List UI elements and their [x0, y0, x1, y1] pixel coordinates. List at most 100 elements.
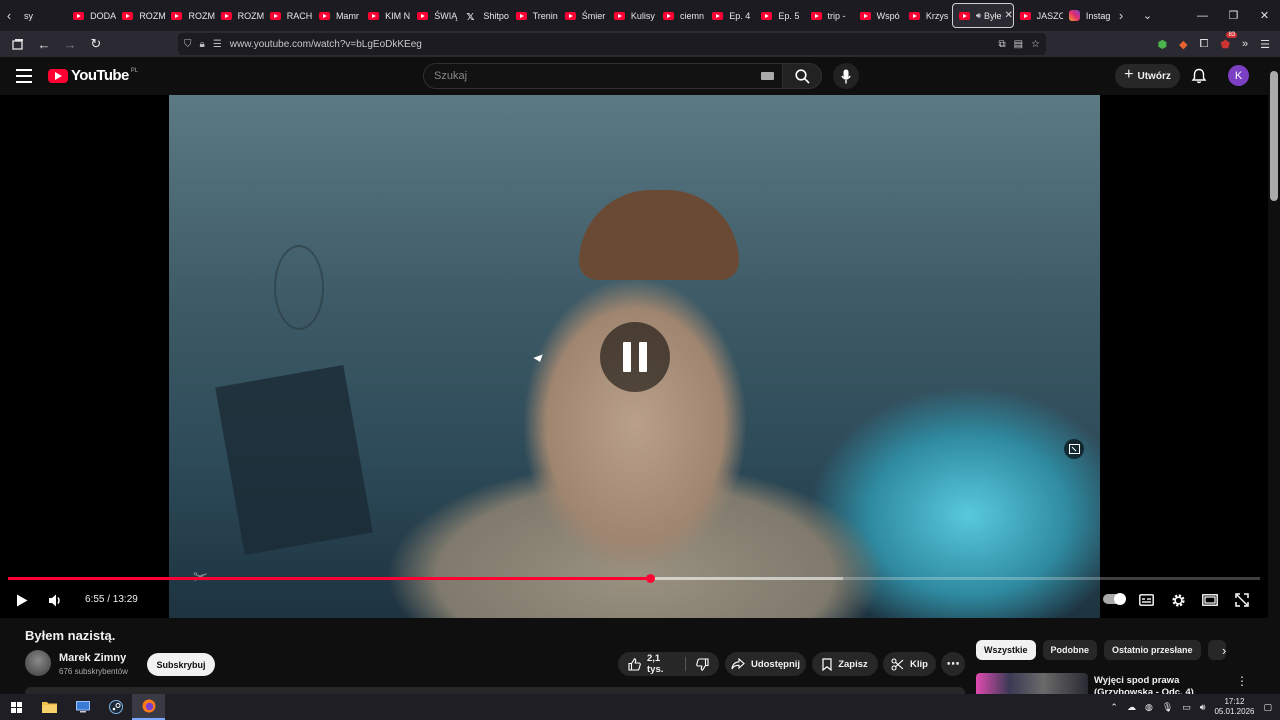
shield-icon[interactable]: ⛉	[184, 39, 192, 50]
browser-tab[interactable]: RACH	[264, 3, 313, 28]
mute-button[interactable]	[46, 591, 64, 609]
fox-extension-icon[interactable]: ◆	[1179, 38, 1187, 51]
speaker-icon[interactable]: 🔊︎	[1200, 702, 1206, 713]
browser-tab[interactable]: 𝕏 Shitpo	[460, 3, 509, 28]
browser-tab[interactable]: Śmier	[559, 3, 608, 28]
subtitles-button[interactable]	[1138, 591, 1154, 609]
maximize-button[interactable]: ❐	[1218, 0, 1249, 31]
notifications-icon[interactable]: ▢	[1263, 702, 1272, 713]
video-player[interactable]: ✂ 6:55 / 13:29	[0, 95, 1268, 618]
browser-tab[interactable]: ciemn	[657, 3, 706, 28]
overflow-chevron-icon[interactable]: »	[1242, 38, 1248, 50]
back-button[interactable]: ←	[32, 32, 56, 56]
address-bar[interactable]: ⛉ 🔒︎ ☰ www.youtube.com/watch?v=bLgEoDkKE…	[178, 33, 1046, 55]
ublock-extension-icon[interactable]: ⬟ 83	[1220, 31, 1238, 51]
clip-button[interactable]: Klip	[883, 652, 936, 676]
keyboard-icon[interactable]	[761, 72, 774, 80]
save-button[interactable]: Zapisz	[812, 652, 878, 676]
browser-tab[interactable]: Trenin	[510, 3, 559, 28]
account-avatar[interactable]: K	[1228, 65, 1249, 86]
browser-tab[interactable]: DODA	[67, 3, 116, 28]
create-button[interactable]: + Utwórz	[1115, 64, 1180, 88]
tabs-scroll-left-button[interactable]: ‹	[0, 0, 18, 31]
channel-avatar[interactable]	[25, 650, 51, 676]
chip-all[interactable]: Wszystkie	[976, 640, 1036, 660]
sidebar-toggle-icon[interactable]	[6, 32, 30, 56]
browser-tab[interactable]: Wspó	[854, 3, 903, 28]
browser-tab[interactable]: sy	[18, 3, 67, 28]
like-button[interactable]: 2,1 tys.	[618, 652, 685, 676]
play-button[interactable]	[14, 591, 30, 609]
voice-search-button[interactable]	[833, 63, 859, 89]
recommendation-thumbnail[interactable]	[976, 673, 1088, 694]
menu-hamburger-icon[interactable]: ☰	[1260, 38, 1270, 51]
browser-tab-active[interactable]: 🔊︎ Byłe ✕	[951, 3, 1014, 28]
tab-audio-icon[interactable]: 🔊︎	[976, 11, 981, 21]
guide-menu-icon[interactable]	[16, 69, 32, 83]
extensions-puzzle-icon[interactable]: ⧠	[1200, 38, 1209, 51]
subscribe-button[interactable]: Subskrybuj	[147, 653, 215, 676]
browser-tab[interactable]: ŚWIĄ	[411, 3, 460, 28]
progress-bar[interactable]	[8, 574, 1260, 583]
tray-app-icon[interactable]: ☁	[1127, 702, 1136, 713]
bookmark-star-icon[interactable]: ☆	[1031, 39, 1040, 50]
microphone-tray-icon[interactable]: 🎙︎	[1162, 702, 1173, 713]
browser-tab[interactable]: Ep. 5	[755, 3, 804, 28]
reader-view-icon[interactable]: ▤	[1014, 39, 1023, 50]
taskbar-clock[interactable]: 17:12 05.01.2026	[1214, 697, 1254, 717]
browser-tab[interactable]: Instag	[1063, 3, 1112, 28]
dislike-button[interactable]	[686, 652, 719, 676]
chips-next-chevron-icon[interactable]: ›	[1222, 643, 1226, 658]
page-scrollbar[interactable]	[1268, 57, 1280, 694]
tray-overflow-chevron-icon[interactable]: ⌃	[1110, 702, 1118, 713]
theater-mode-button[interactable]	[1202, 591, 1218, 609]
browser-tab[interactable]: Krzys	[903, 3, 952, 28]
recommendation-more-icon[interactable]: ⋮	[1236, 674, 1248, 688]
close-window-button[interactable]: ✕	[1249, 0, 1280, 31]
browser-tab[interactable]: JASZC	[1014, 3, 1063, 28]
chip-recently-uploaded[interactable]: Ostatnio przesłane	[1104, 640, 1201, 660]
tab-close-icon[interactable]: ✕	[1005, 10, 1013, 21]
autoplay-toggle[interactable]	[1103, 593, 1126, 605]
steam-icon[interactable]	[99, 694, 132, 720]
file-explorer-icon[interactable]	[33, 694, 66, 720]
pause-overlay-icon[interactable]	[600, 322, 670, 392]
recommendation-title[interactable]: Wyjęci spod prawa (Grzybowska - Odc. 4)	[1094, 675, 1234, 694]
pip-toggle-icon[interactable]: ⧉	[998, 39, 1005, 50]
more-actions-icon[interactable]: ⋯	[941, 652, 965, 676]
lock-icon[interactable]: 🔒︎	[200, 39, 205, 50]
settings-button[interactable]	[1170, 591, 1186, 609]
firefox-taskbar-icon[interactable]	[132, 694, 165, 720]
tabs-scroll-right-button[interactable]: ›	[1112, 0, 1130, 31]
network-icon[interactable]: ◍	[1145, 702, 1153, 713]
display-icon[interactable]: ▭	[1182, 702, 1191, 713]
forward-button[interactable]: →	[58, 32, 82, 56]
youtube-logo[interactable]: YouTube PL	[48, 67, 138, 84]
fullscreen-button[interactable]	[1234, 591, 1250, 609]
shield-extension-icon[interactable]: ⬢	[1158, 38, 1168, 51]
minimize-button[interactable]: —	[1187, 0, 1218, 31]
browser-tab[interactable]: ROZM	[165, 3, 215, 28]
computer-app-icon[interactable]	[66, 694, 99, 720]
permissions-icon[interactable]: ☰	[213, 39, 222, 50]
browser-tab[interactable]: ROZM	[215, 3, 264, 28]
browser-tab[interactable]: Mamr	[313, 3, 362, 28]
browser-tab[interactable]: Ep. 4	[706, 3, 755, 28]
description-box[interactable]	[25, 687, 965, 694]
share-button[interactable]: Udostępnij	[725, 652, 806, 676]
reload-button[interactable]: ↻	[84, 32, 108, 56]
search-button[interactable]	[782, 63, 822, 89]
url-text[interactable]: www.youtube.com/watch?v=bLgEoDkKEeg	[230, 39, 422, 50]
tab-list-chevron-icon[interactable]: ⌄	[1132, 0, 1163, 31]
browser-tab[interactable]: KIM N	[362, 3, 411, 28]
browser-tab[interactable]: ROZM	[116, 3, 165, 28]
search-input[interactable]: Szukaj	[423, 63, 782, 89]
browser-tab[interactable]: Kulisy	[608, 3, 657, 28]
scrollbar-thumb[interactable]	[1270, 71, 1278, 201]
browser-tab[interactable]: trip -	[805, 3, 854, 28]
notifications-bell-icon[interactable]	[1191, 68, 1207, 84]
chip-related[interactable]: Podobne	[1042, 640, 1098, 660]
channel-name[interactable]: Marek Zimny	[59, 652, 126, 664]
windows-start-icon[interactable]	[0, 694, 33, 720]
miniplayer-icon[interactable]	[1064, 439, 1084, 459]
